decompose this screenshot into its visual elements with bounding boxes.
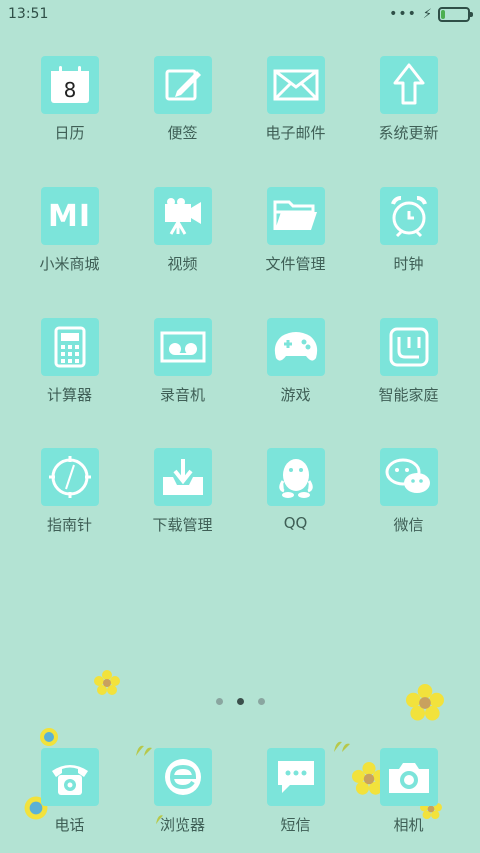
status-bar: 13:51 ••• ⚡ <box>0 0 480 28</box>
app-calendar[interactable]: 8 日历 <box>13 56 126 143</box>
app-mi-store[interactable]: MI 小米商城 <box>13 187 126 274</box>
clock-icon <box>379 187 438 245</box>
page-dot-active[interactable] <box>236 698 244 705</box>
camera-icon <box>379 748 438 806</box>
flower-decoration <box>94 670 120 695</box>
phone-icon <box>40 748 99 806</box>
app-email[interactable]: 电子邮件 <box>239 56 352 143</box>
app-label: 小米商城 <box>39 255 100 273</box>
update-icon <box>379 56 438 114</box>
page-dot[interactable] <box>215 698 223 705</box>
app-label: 浏览器 <box>159 816 205 834</box>
wechat-icon <box>379 448 438 506</box>
calendar-icon: 8 <box>40 56 99 114</box>
app-downloads[interactable]: 下载管理 <box>126 448 239 535</box>
app-recorder[interactable]: 录音机 <box>126 318 239 405</box>
app-qq[interactable]: QQ <box>239 448 352 532</box>
app-file-manager[interactable]: 文件管理 <box>239 187 352 274</box>
app-camera[interactable]: 相机 <box>352 748 465 835</box>
app-label: 电子邮件 <box>265 124 326 142</box>
app-notes[interactable]: 便签 <box>126 56 239 143</box>
app-video[interactable]: 视频 <box>126 187 239 274</box>
gamepad-icon <box>266 318 325 376</box>
app-system-update[interactable]: 系统更新 <box>352 56 465 143</box>
smart-home-icon <box>379 318 438 376</box>
mail-icon <box>266 56 325 114</box>
charging-icon: ⚡ <box>422 6 432 22</box>
app-label: 计算器 <box>46 386 92 404</box>
app-phone[interactable]: 电话 <box>13 748 126 835</box>
app-label: 日历 <box>54 124 85 142</box>
page-dot[interactable] <box>257 698 265 705</box>
app-label: 电话 <box>54 816 85 834</box>
app-label: 视频 <box>167 255 198 273</box>
video-icon <box>153 187 212 245</box>
status-time: 13:51 <box>8 6 49 22</box>
app-label: 微信 <box>393 516 424 534</box>
calendar-date: 8 <box>63 78 76 102</box>
qq-icon <box>266 448 325 506</box>
flower-decoration <box>40 728 58 746</box>
app-label: 相机 <box>393 816 424 834</box>
battery-icon <box>438 6 473 22</box>
mi-logo-text: MI <box>47 198 91 234</box>
calculator-icon <box>40 318 99 376</box>
app-smart-home[interactable]: 智能家庭 <box>352 318 465 405</box>
app-browser[interactable]: 浏览器 <box>126 748 239 835</box>
folder-icon <box>266 187 325 245</box>
dock: 电话 浏览器 短信 相机 <box>0 748 480 853</box>
app-label: 下载管理 <box>152 516 213 534</box>
app-label: 指南针 <box>46 516 92 534</box>
compass-icon <box>40 448 99 506</box>
recorder-icon <box>153 318 212 376</box>
mi-store-icon: MI <box>40 187 99 245</box>
notes-icon <box>153 56 212 114</box>
download-icon <box>153 448 212 506</box>
app-label: 智能家庭 <box>378 386 439 404</box>
app-label: 系统更新 <box>378 124 439 142</box>
app-label: 短信 <box>280 816 311 834</box>
app-games[interactable]: 游戏 <box>239 318 352 405</box>
app-label: 时钟 <box>393 255 424 273</box>
app-calculator[interactable]: 计算器 <box>13 318 126 405</box>
app-sms[interactable]: 短信 <box>239 748 352 835</box>
app-clock[interactable]: 时钟 <box>352 187 465 274</box>
more-dots-icon: ••• <box>389 6 417 22</box>
app-label: 文件管理 <box>265 255 326 273</box>
app-compass[interactable]: 指南针 <box>13 448 126 535</box>
browser-icon <box>153 748 212 806</box>
app-wechat[interactable]: 微信 <box>352 448 465 535</box>
app-label: QQ <box>283 514 308 532</box>
app-label: 录音机 <box>159 386 205 404</box>
status-icons: ••• ⚡ <box>389 6 473 22</box>
app-label: 游戏 <box>280 386 311 404</box>
app-label: 便签 <box>167 124 198 142</box>
flower-decoration <box>406 684 444 721</box>
sms-icon <box>266 748 325 806</box>
